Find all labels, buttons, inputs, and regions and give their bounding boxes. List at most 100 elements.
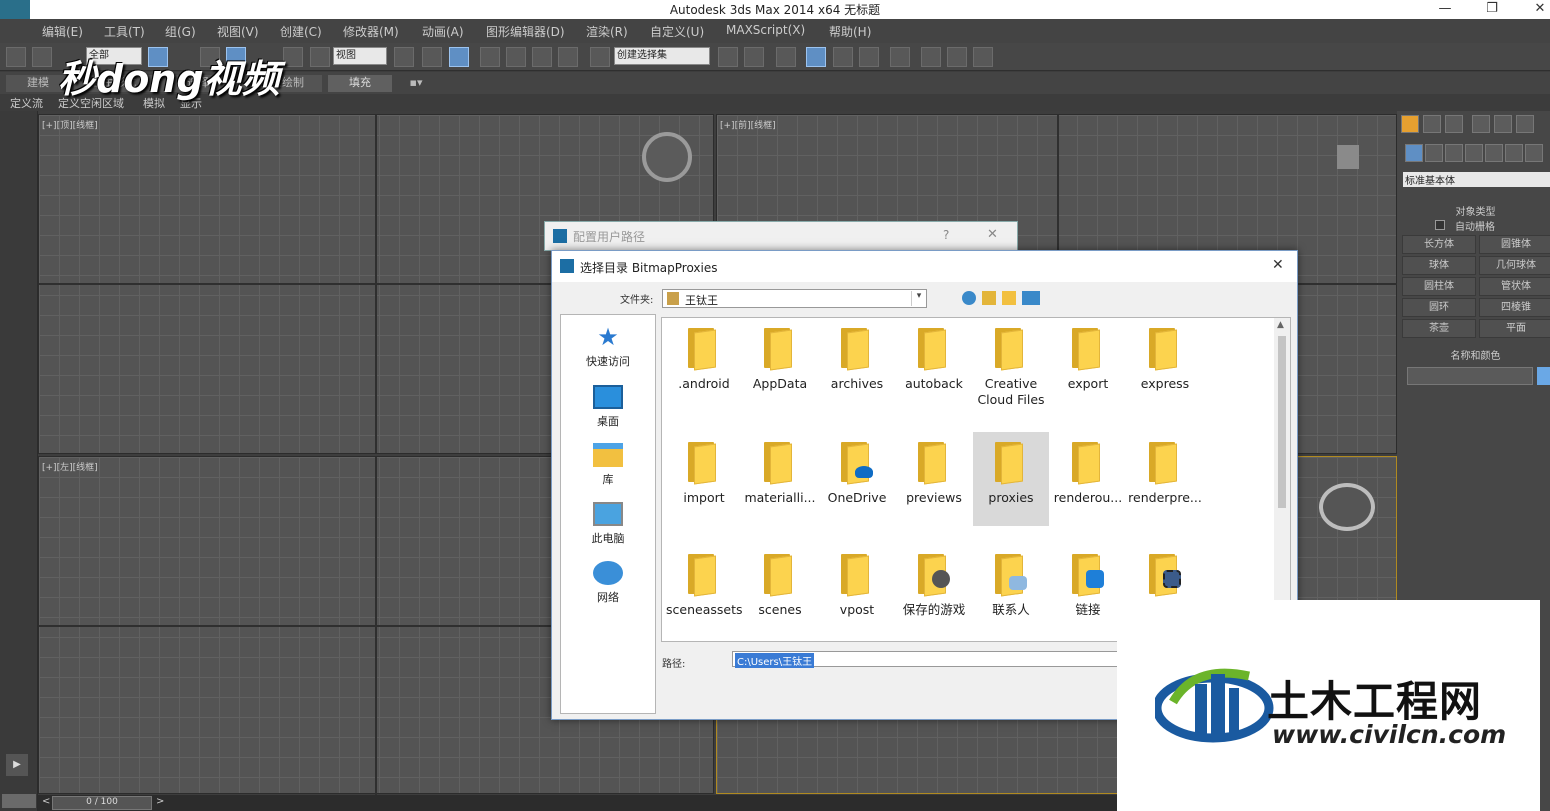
menu-animation[interactable]: 动画(A) (422, 23, 464, 40)
geosphere-button[interactable]: 几何球体 (1479, 256, 1550, 275)
snaps-toggle-icon[interactable] (480, 47, 500, 67)
help-button[interactable]: ? (943, 228, 949, 242)
viewport-label[interactable]: [+][前][线框] (720, 118, 776, 131)
file-item[interactable]: renderpre... (1127, 432, 1203, 526)
shapes-icon[interactable] (1425, 144, 1443, 162)
render-setup-icon[interactable] (921, 47, 941, 67)
file-item[interactable]: 联系人 (973, 544, 1049, 638)
motion-tab-icon[interactable] (1472, 115, 1490, 133)
mirror-icon[interactable] (718, 47, 738, 67)
file-item[interactable]: 保存的游戏 (896, 544, 972, 638)
menu-rendering[interactable]: 渲染(R) (586, 23, 628, 40)
chevron-down-icon[interactable]: ▾ (911, 291, 926, 306)
file-item[interactable]: AppData (742, 318, 818, 412)
viewcube-icon[interactable] (1319, 483, 1375, 531)
new-folder-icon[interactable] (1002, 291, 1016, 305)
folder-combobox[interactable]: 王钛王 ▾ (662, 289, 927, 308)
object-type-header[interactable]: 对象类型 (1401, 203, 1550, 218)
file-item[interactable]: materialli... (742, 432, 818, 526)
menu-views[interactable]: 视图(V) (217, 23, 259, 40)
place-desktop[interactable]: 桌面 (561, 385, 655, 429)
pivot-icon[interactable] (394, 47, 414, 67)
object-color-swatch[interactable] (1537, 367, 1550, 385)
tube-button[interactable]: 管状体 (1479, 277, 1550, 296)
place-network[interactable]: 网络 (561, 561, 655, 605)
time-prev-button[interactable]: < (42, 796, 50, 807)
viewport-label[interactable]: [+][左][线框] (42, 460, 98, 473)
close-button[interactable]: ✕ (987, 227, 998, 242)
lights-icon[interactable] (1445, 144, 1463, 162)
link-icon[interactable] (6, 47, 26, 67)
utilities-tab-icon[interactable] (1516, 115, 1534, 133)
viewcube-icon[interactable] (642, 132, 692, 182)
name-color-header[interactable]: 名称和颜色 (1401, 347, 1550, 362)
menu-modifiers[interactable]: 修改器(M) (343, 23, 399, 40)
time-slider[interactable]: < 0 / 100 > (38, 795, 1118, 811)
file-item[interactable]: 链接 (1050, 544, 1126, 638)
select-manipulate-icon[interactable] (422, 47, 442, 67)
keyboard-shortcut-icon[interactable] (449, 47, 469, 67)
cone-button[interactable]: 圆锥体 (1479, 235, 1550, 254)
ribbon-tab-populate[interactable]: 填充 (328, 75, 392, 92)
spinner-snap-icon[interactable] (558, 47, 578, 67)
time-next-button[interactable]: > (156, 796, 164, 807)
cylinder-button[interactable]: 圆柱体 (1402, 277, 1476, 296)
viewcube-icon[interactable] (1337, 145, 1359, 169)
menu-group[interactable]: 组(G) (165, 23, 196, 40)
torus-button[interactable]: 圆环 (1402, 298, 1476, 317)
close-button[interactable]: ✕ (1272, 257, 1284, 273)
geometry-icon[interactable] (1405, 144, 1423, 162)
menu-maxscript[interactable]: MAXScript(X) (726, 23, 805, 37)
place-quick-access[interactable]: ★ 快速访问 (561, 325, 655, 369)
ribbon-options-icon[interactable]: ▪▾ (400, 75, 432, 92)
menu-customize[interactable]: 自定义(U) (650, 23, 704, 40)
create-tab-icon[interactable] (1401, 115, 1419, 133)
layers-icon[interactable] (776, 47, 796, 67)
schematic-view-icon[interactable] (859, 47, 879, 67)
file-item[interactable]: autoback (896, 318, 972, 412)
plane-button[interactable]: 平面 (1479, 319, 1550, 338)
teapot-button[interactable]: 茶壶 (1402, 319, 1476, 338)
percent-snap-icon[interactable] (532, 47, 552, 67)
file-item[interactable]: archives (819, 318, 895, 412)
view-menu-icon[interactable] (1022, 291, 1040, 305)
file-item[interactable]: proxies (973, 432, 1049, 526)
scrollbar-thumb[interactable] (1278, 336, 1286, 508)
file-item[interactable]: vpost (819, 544, 895, 638)
file-item[interactable]: Creative Cloud Files (973, 318, 1049, 412)
menu-help[interactable]: 帮助(H) (829, 23, 871, 40)
spacewarps-icon[interactable] (1505, 144, 1523, 162)
scrollbar[interactable]: ▲ (1274, 318, 1290, 641)
display-tab-icon[interactable] (1494, 115, 1512, 133)
unlink-icon[interactable] (32, 47, 52, 67)
file-item[interactable]: OneDrive (819, 432, 895, 526)
named-selection-dropdown[interactable]: 创建选择集 (614, 47, 710, 65)
file-item[interactable]: scenes (742, 544, 818, 638)
modify-tab-icon[interactable] (1423, 115, 1441, 133)
ref-coord-dropdown[interactable]: 视图 (333, 47, 387, 65)
minimize-button[interactable]: — (1425, 0, 1465, 19)
pyramid-button[interactable]: 四棱锥 (1479, 298, 1550, 317)
sphere-button[interactable]: 球体 (1402, 256, 1476, 275)
file-item[interactable]: export (1050, 318, 1126, 412)
menu-tools[interactable]: 工具(T) (104, 23, 145, 40)
file-item[interactable]: renderou... (1050, 432, 1126, 526)
file-item[interactable]: previews (896, 432, 972, 526)
play-icon[interactable]: ▶ (6, 754, 28, 776)
rendered-frame-icon[interactable] (947, 47, 967, 67)
place-this-pc[interactable]: 此电脑 (561, 502, 655, 546)
edit-named-sets-icon[interactable] (590, 47, 610, 67)
menu-edit[interactable]: 编辑(E) (42, 23, 83, 40)
back-icon[interactable] (962, 291, 976, 305)
angle-snap-icon[interactable] (506, 47, 526, 67)
viewport-layout-icon[interactable] (2, 794, 36, 808)
time-slider-thumb[interactable]: 0 / 100 (52, 796, 152, 810)
scroll-up-icon[interactable]: ▲ (1277, 320, 1284, 330)
close-button[interactable]: ✕ (1520, 0, 1550, 19)
file-item[interactable]: import (666, 432, 742, 526)
systems-icon[interactable] (1525, 144, 1543, 162)
file-item[interactable]: express (1127, 318, 1203, 412)
menu-create[interactable]: 创建(C) (280, 23, 322, 40)
autogrid-checkbox[interactable] (1435, 220, 1445, 230)
object-name-field[interactable] (1407, 367, 1533, 385)
